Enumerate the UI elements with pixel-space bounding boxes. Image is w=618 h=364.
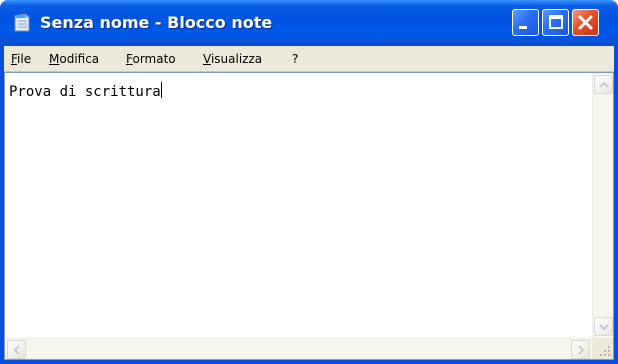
horizontal-scrollbar[interactable] bbox=[5, 338, 592, 359]
maximize-button[interactable] bbox=[542, 9, 569, 36]
chevron-left-icon bbox=[13, 345, 20, 355]
scroll-right-button[interactable] bbox=[571, 340, 590, 359]
text-editor[interactable]: Prova di scrittura bbox=[4, 72, 614, 360]
maximize-icon bbox=[549, 15, 563, 29]
chevron-down-icon bbox=[599, 324, 609, 331]
window-title: Senza nome - Blocco note bbox=[40, 13, 273, 32]
editor-text[interactable]: Prova di scrittura bbox=[9, 84, 161, 100]
menu-formato[interactable]: Formato bbox=[126, 51, 176, 67]
text-caret bbox=[160, 82, 162, 98]
scroll-up-button[interactable] bbox=[594, 75, 613, 94]
resize-grip-icon[interactable] bbox=[592, 338, 613, 359]
minimize-icon bbox=[519, 26, 527, 29]
close-icon bbox=[578, 15, 593, 30]
menu-bar: File Modifica Formato Visualizza ? bbox=[4, 46, 614, 72]
menu-modifica[interactable]: Modifica bbox=[49, 51, 99, 67]
scroll-left-button[interactable] bbox=[7, 340, 26, 359]
chevron-right-icon bbox=[578, 345, 585, 355]
menu-visualizza[interactable]: Visualizza bbox=[203, 51, 262, 67]
menu-file[interactable]: File bbox=[11, 51, 31, 67]
title-bar[interactable]: Senza nome - Blocco note bbox=[0, 0, 618, 46]
chevron-up-icon bbox=[599, 81, 609, 88]
notepad-window: Senza nome - Blocco note File Modifica F… bbox=[0, 0, 618, 364]
scroll-down-button[interactable] bbox=[594, 317, 613, 336]
minimize-button[interactable] bbox=[512, 9, 539, 36]
notepad-icon bbox=[14, 13, 30, 32]
menu-help[interactable]: ? bbox=[292, 51, 298, 67]
close-button[interactable] bbox=[572, 9, 599, 36]
editor-text-line[interactable]: Prova di scrittura bbox=[9, 82, 587, 101]
vertical-scrollbar[interactable] bbox=[592, 73, 613, 338]
